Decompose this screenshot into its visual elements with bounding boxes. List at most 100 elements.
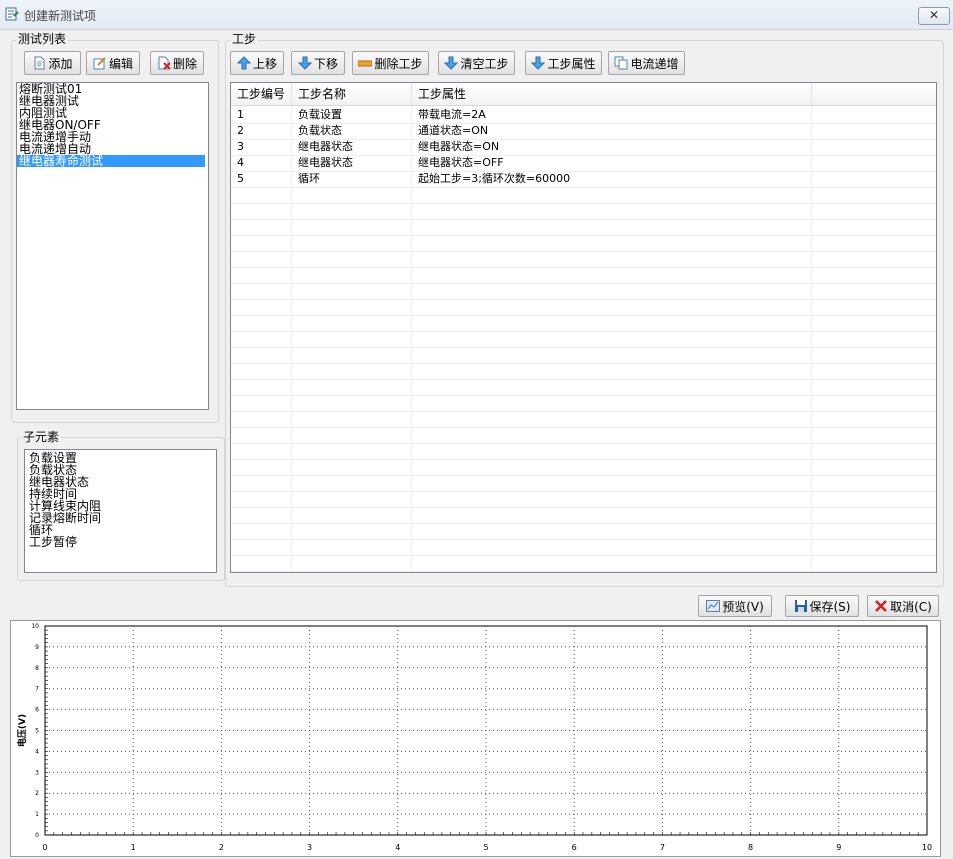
move-up-button[interactable]: 上移 (230, 51, 284, 75)
column-header[interactable]: 工步属性 (412, 83, 812, 105)
preview-button[interactable]: 预览(V) (698, 595, 772, 617)
list-item-selected[interactable]: 继电器寿命测试 (17, 155, 205, 167)
delete-button[interactable]: 删除 (150, 51, 204, 75)
table-row[interactable] (231, 459, 936, 476)
table-row[interactable] (231, 411, 936, 428)
clear-steps-button[interactable]: 清空工步 (438, 51, 515, 75)
table-row[interactable] (231, 267, 936, 284)
table-cell (292, 299, 412, 315)
table-cell (231, 251, 292, 267)
table-row[interactable] (231, 251, 936, 268)
table-cell (812, 379, 936, 395)
table-cell (412, 523, 812, 539)
table-row[interactable] (231, 235, 936, 252)
table-cell: 继电器状态 (292, 155, 412, 171)
table-row[interactable] (231, 315, 936, 332)
table-cell (412, 299, 812, 315)
table-row[interactable] (231, 347, 936, 364)
table-cell (292, 251, 412, 267)
add-button-label: 添加 (48, 56, 73, 71)
table-row[interactable] (231, 299, 936, 316)
delete-step-button[interactable]: 删除工步 (352, 51, 429, 75)
y-tick-label: 2 (35, 790, 39, 797)
y-tick-label: 6 (35, 707, 39, 714)
table-cell (231, 427, 292, 443)
table-row[interactable] (231, 555, 936, 572)
sub-elements-list[interactable]: 负载设置 负载状态 继电器状态 持续时间 计算线束内阻 记录熔断时间 循环 工步… (24, 449, 217, 573)
table-row[interactable] (231, 187, 936, 204)
table-row[interactable]: 2 负载状态 通道状态=ON (231, 123, 936, 140)
list-item[interactable]: 记录熔断时间 (25, 512, 216, 524)
table-row[interactable] (231, 363, 936, 380)
table-cell (412, 507, 812, 523)
save-button[interactable]: 保存(S) (785, 595, 859, 617)
table-cell (231, 283, 292, 299)
cancel-button[interactable]: 取消(C) (867, 595, 939, 617)
eraser-icon (357, 56, 373, 70)
table-cell (292, 219, 412, 235)
table-cell (812, 315, 936, 331)
table-row[interactable]: 1 负载设置 带载电流=2A (231, 107, 936, 124)
table-row[interactable] (231, 283, 936, 300)
steps-table[interactable]: 工步编号 工步名称 工步属性 1 负载设置 带载电流=2A 2 负载状态 通道状态=ON 3… (230, 82, 937, 573)
move-down-button[interactable]: 下移 (291, 51, 345, 75)
table-cell: 带载电流=2A (412, 107, 812, 123)
table-row[interactable] (231, 331, 936, 348)
table-cell: 3 (231, 139, 292, 155)
table-cell (231, 299, 292, 315)
column-header[interactable]: 工步名称 (292, 83, 412, 105)
list-item[interactable]: 工步暂停 (25, 536, 216, 548)
table-row[interactable] (231, 523, 936, 540)
table-cell (231, 347, 292, 363)
table-row[interactable] (231, 539, 936, 556)
table-cell (412, 475, 812, 491)
table-row[interactable] (231, 219, 936, 236)
table-row[interactable]: 5 循环 起始工步=3;循环次数=60000 (231, 171, 936, 188)
table-cell (812, 347, 936, 363)
current-increment-button[interactable]: 电流递增 (608, 51, 685, 75)
table-cell: 通道状态=ON (412, 123, 812, 139)
table-cell (412, 459, 812, 475)
table-cell: 继电器状态 (292, 139, 412, 155)
table-cell (812, 251, 936, 267)
current-increment-label: 电流递增 (630, 56, 679, 71)
test-list[interactable]: 熔断测试01 继电器测试 内阻测试 继电器ON/OFF 电流递增手动 电流递增自… (16, 82, 209, 410)
table-cell (812, 299, 936, 315)
table-cell (231, 363, 292, 379)
save-label: 保存(S) (809, 599, 851, 614)
delete-step-label: 删除工步 (374, 56, 423, 71)
table-row[interactable] (231, 427, 936, 444)
table-header: 工步编号 工步名称 工步属性 (231, 83, 936, 106)
table-row[interactable] (231, 443, 936, 460)
table-cell (812, 235, 936, 251)
table-cell (231, 203, 292, 219)
edit-button[interactable]: 编辑 (86, 51, 140, 75)
table-row[interactable]: 4 继电器状态 继电器状态=OFF (231, 155, 936, 172)
table-cell (412, 379, 812, 395)
table-cell (812, 411, 936, 427)
table-cell (292, 523, 412, 539)
table-cell (412, 491, 812, 507)
table-row[interactable] (231, 203, 936, 220)
table-cell (292, 267, 412, 283)
close-button[interactable]: ✕ (918, 7, 950, 25)
add-button[interactable]: 添加 (24, 51, 81, 75)
table-cell (812, 539, 936, 555)
column-header[interactable] (812, 83, 936, 105)
table-cell: 负载设置 (292, 107, 412, 123)
table-row[interactable] (231, 475, 936, 492)
table-cell: 2 (231, 123, 292, 139)
y-tick-label: 0 (35, 832, 39, 839)
table-cell (812, 395, 936, 411)
table-row[interactable] (231, 507, 936, 524)
table-row[interactable] (231, 491, 936, 508)
table-cell (812, 187, 936, 203)
table-row[interactable] (231, 379, 936, 396)
table-row[interactable] (231, 395, 936, 412)
table-cell (292, 363, 412, 379)
column-header[interactable]: 工步编号 (231, 83, 292, 105)
table-row[interactable]: 3 继电器状态 继电器状态=ON (231, 139, 936, 156)
y-tick-label: 9 (35, 644, 39, 651)
step-properties-button[interactable]: 工步属性 (525, 51, 602, 75)
table-cell (412, 315, 812, 331)
